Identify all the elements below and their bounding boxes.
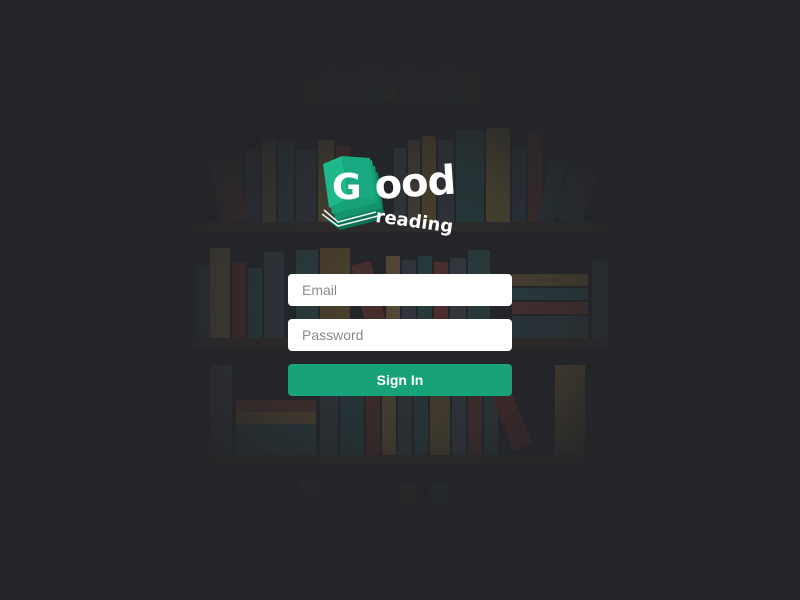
email-field[interactable] xyxy=(288,274,512,306)
logo-wordmark: ood xyxy=(373,157,457,209)
sign-in-button[interactable]: Sign In xyxy=(288,364,512,396)
login-form: Sign In xyxy=(288,274,512,396)
login-screen: G ood reading Sign In xyxy=(0,0,800,600)
password-field[interactable] xyxy=(288,319,512,351)
logo-letter: G xyxy=(332,167,362,208)
